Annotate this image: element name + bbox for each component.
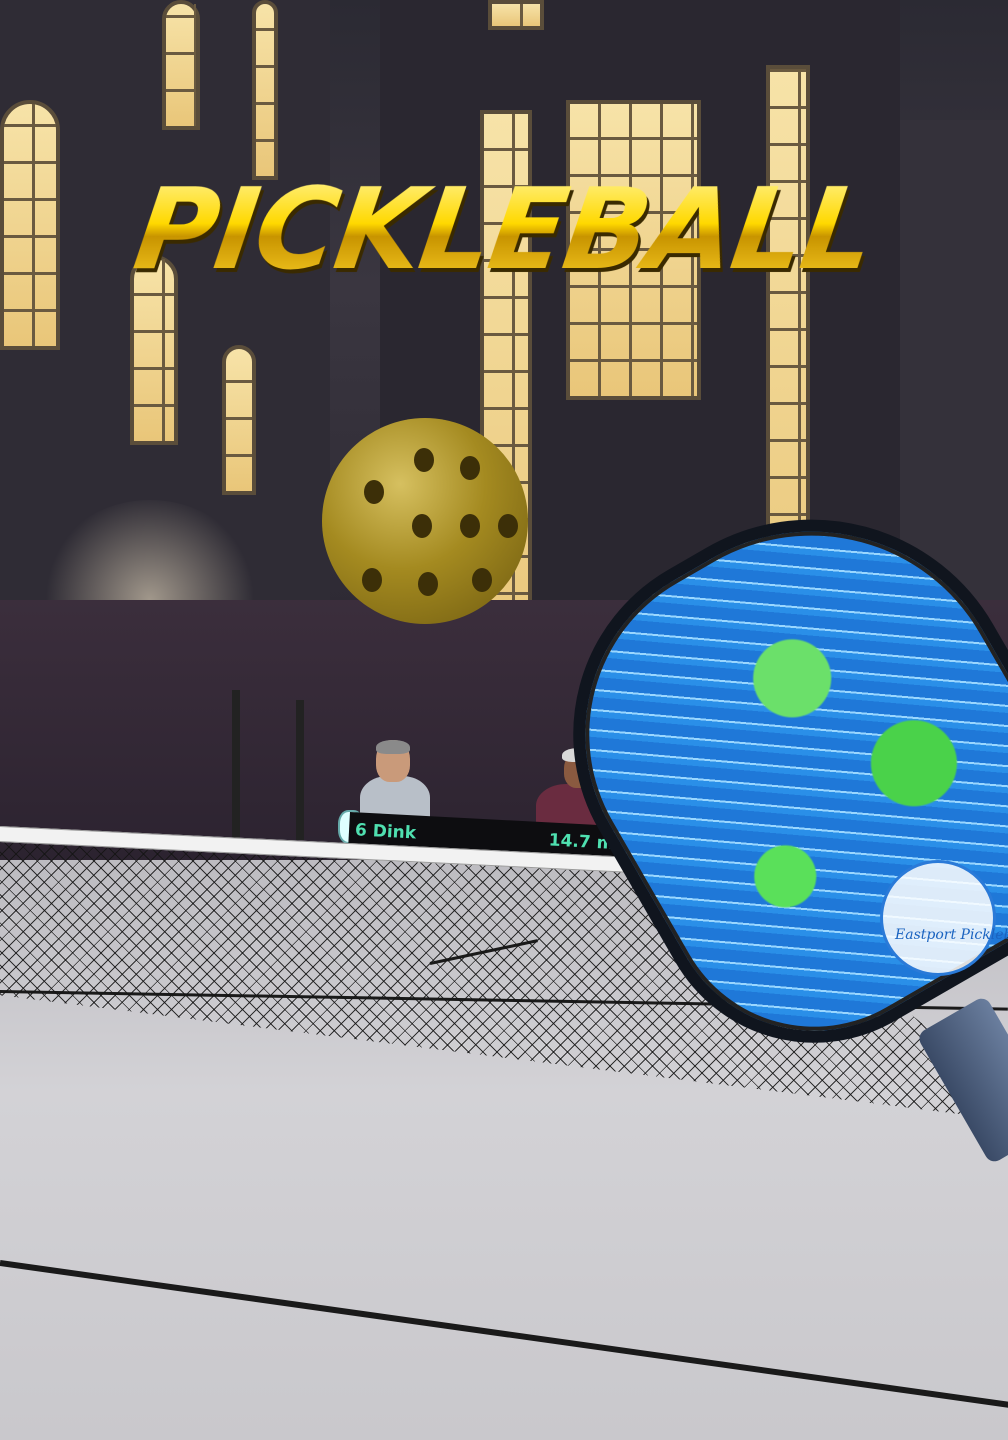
shot-label: 6 Dink — [354, 820, 417, 844]
ball-hole — [362, 568, 382, 592]
paddle-brand-logo: Eastport Pickleball — [880, 860, 1008, 976]
net-post — [232, 690, 240, 840]
pickleball-ball — [322, 418, 528, 624]
ball-hole — [418, 572, 438, 596]
paddle-brand-text: Eastport Pickleball — [895, 927, 1008, 943]
building-window — [222, 345, 256, 495]
building-window — [252, 0, 278, 180]
building-window — [488, 0, 544, 30]
ball-hole — [460, 514, 480, 538]
net-post — [296, 700, 304, 840]
avatar-hair — [376, 740, 410, 754]
ball-hole — [472, 568, 492, 592]
building-window — [162, 0, 200, 130]
ball-hole — [414, 448, 434, 472]
ball-hole — [498, 514, 518, 538]
ball-hole — [364, 480, 384, 504]
game-title: PICKLEBALL — [0, 165, 1008, 295]
ball-hole — [460, 456, 480, 480]
game-scene: 6 Dink 14.7 mph 327 Eastport Pickleball … — [0, 0, 1008, 1440]
ball-hole — [412, 514, 432, 538]
